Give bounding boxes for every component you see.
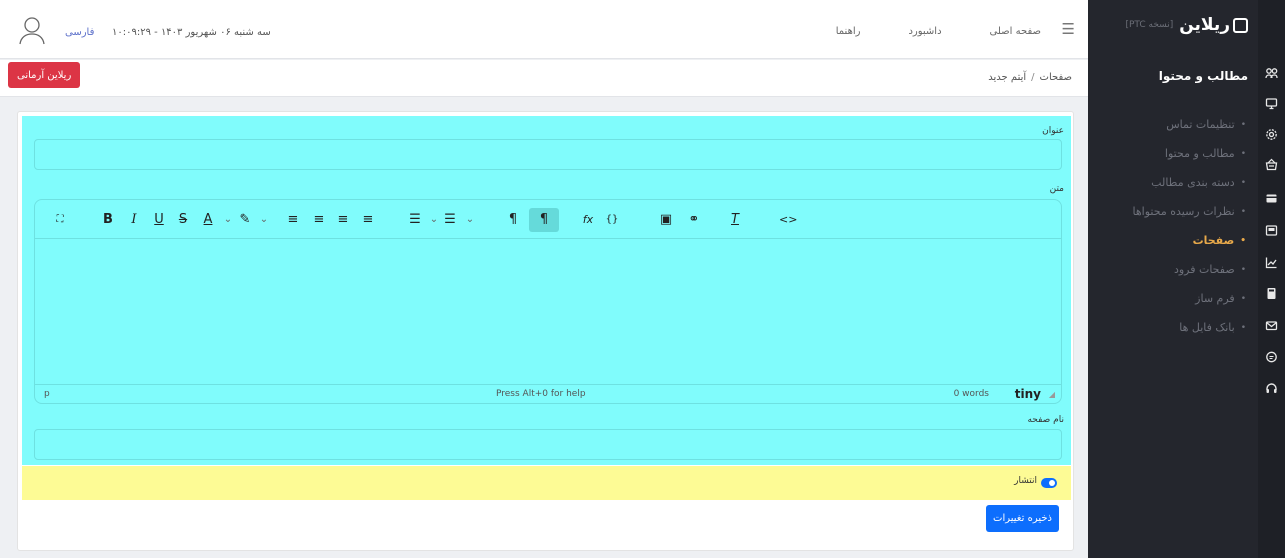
highlight-icon[interactable]: ✎ (238, 212, 252, 228)
publish-label: انتشار (1014, 476, 1037, 486)
nav-help[interactable]: راهنما (836, 26, 861, 37)
sidebar-item-label: مطالب و محتوا (1164, 146, 1235, 160)
sidebar-item-label: بانک فایل ها (1179, 320, 1235, 334)
icon-rail (1258, 0, 1285, 558)
editor-statusbar: p Press Alt+0 for help 0 words tiny ◢ (35, 384, 1061, 403)
chevron-down-icon[interactable]: ⌄ (463, 212, 477, 228)
sidebar-menu: • تنظیمات تماس • مطالب و محتوا • دسته بندی … (1108, 110, 1248, 342)
sidebar-item-file-bank[interactable]: • بانک فایل ها (1108, 313, 1248, 342)
text-label: متن (1049, 184, 1064, 194)
formula-icon[interactable]: fx (581, 212, 595, 228)
nav-dashboard[interactable]: داشبورد (908, 26, 941, 37)
breadcrumb-parent[interactable]: صفحات (1040, 72, 1072, 83)
align-left-icon[interactable]: ≡ (286, 212, 300, 228)
users-icon[interactable] (1264, 67, 1279, 82)
page-name-label: نام صفحه (1027, 415, 1064, 425)
card-icon[interactable] (1264, 192, 1279, 207)
sidebar-item-contact-settings[interactable]: • تنظیمات تماس (1108, 110, 1248, 139)
breadcrumb-separator: / (1031, 72, 1035, 83)
publish-toggle[interactable] (1041, 478, 1057, 488)
text-color-icon[interactable]: A (201, 212, 215, 228)
breadcrumb-current: آیتم جدید (988, 72, 1027, 83)
hamburger-icon[interactable]: ☰ (1062, 22, 1075, 37)
monitor-icon[interactable] (1264, 97, 1279, 112)
top-bar: ☰ صفحه اصلی داشبورد راهنما فارسی سه شنبه… (0, 0, 1088, 59)
strikethrough-icon[interactable]: S (176, 212, 190, 228)
nav-home[interactable]: صفحه اصلی (990, 26, 1041, 37)
sidebar-item-landing-pages[interactable]: • صفحات فرود (1108, 255, 1248, 284)
sidebar-item-label: نظرات رسیده محتواها (1132, 204, 1235, 218)
version-label: [نسخه PTC] (1125, 20, 1174, 30)
bullet-list-icon[interactable]: ☰ (408, 212, 422, 228)
sidebar-item-label: دسته بندی مطالب (1151, 175, 1235, 189)
rtl-icon[interactable]: ¶ (529, 208, 559, 232)
sidebar-section-title: مطالب و محتوا (1158, 69, 1248, 83)
top-nav: صفحه اصلی داشبورد راهنما (788, 26, 1041, 37)
headset-icon[interactable] (1264, 382, 1279, 397)
align-center-icon[interactable]: ≡ (312, 212, 326, 228)
help-hint: Press Alt+0 for help (496, 389, 586, 399)
sidebar-item-label: صفحات فرود (1173, 262, 1235, 276)
align-right-icon[interactable]: ≡ (336, 212, 350, 228)
mail-icon[interactable] (1264, 319, 1279, 334)
title-input[interactable] (34, 139, 1062, 170)
word-count[interactable]: 0 words (954, 389, 989, 399)
save-button[interactable]: ذخیره تغییرات (986, 505, 1059, 532)
sidebar-item-label: تنظیمات تماس (1166, 117, 1235, 131)
chat-icon[interactable] (1264, 351, 1279, 366)
editor-toolbar: ⛶ B I U S A ⌄ ✎ ⌄ ≡ ≡ ≡ ≡ ☰ ⌄ ☰ ⌄ ¶ ¶ fx (35, 200, 1061, 239)
breadcrumb: صفحات / آیتم جدید (988, 72, 1072, 83)
resize-handle-icon[interactable]: ◢ (1049, 390, 1055, 399)
sidebar-item-label: فرم ساز (1195, 291, 1235, 305)
chevron-down-icon[interactable]: ⌄ (257, 212, 271, 228)
page-name-input[interactable] (34, 429, 1062, 460)
form-section: عنوان متن ⛶ B I U S A ⌄ ✎ ⌄ ≡ ≡ ≡ ≡ ☰ ⌄ … (22, 116, 1071, 465)
sidebar-item-content[interactable]: • مطالب و محتوا (1108, 139, 1248, 168)
rich-text-editor[interactable]: ⛶ B I U S A ⌄ ✎ ⌄ ≡ ≡ ≡ ≡ ☰ ⌄ ☰ ⌄ ¶ ¶ fx (34, 199, 1062, 404)
user-avatar-icon[interactable] (16, 14, 48, 46)
brand-logo: ریلاین (1179, 15, 1248, 35)
calculator-icon[interactable] (1264, 287, 1279, 302)
clear-format-icon[interactable]: T (728, 212, 742, 228)
code-sample-icon[interactable]: {} (605, 212, 619, 228)
demo-button[interactable]: ریلاین آرمانی (8, 62, 81, 88)
fullscreen-icon[interactable]: ⛶ (53, 212, 67, 228)
bold-icon[interactable]: B (101, 212, 115, 228)
datetime: سه شنبه ۰۶ شهریور ۱۴۰۳ - ۱۰:۰۹:۲۹ (112, 27, 271, 38)
shop-icon[interactable] (1264, 158, 1279, 173)
source-code-icon[interactable]: <> (779, 212, 797, 228)
ltr-icon[interactable]: ¶ (506, 212, 520, 228)
brand[interactable]: ریلاین [نسخه PTC] (1125, 14, 1248, 36)
italic-icon[interactable]: I (127, 212, 141, 228)
sidebar: ریلاین [نسخه PTC] مطالب و محتوا • تنظیمات… (1088, 0, 1285, 558)
form-card: عنوان متن ⛶ B I U S A ⌄ ✎ ⌄ ≡ ≡ ≡ ≡ ☰ ⌄ … (17, 111, 1074, 551)
sidebar-item-label: صفحات (1192, 233, 1235, 247)
sidebar-item-form-builder[interactable]: • فرم ساز (1108, 284, 1248, 313)
sidebar-item-categories[interactable]: • دسته بندی مطالب (1108, 168, 1248, 197)
link-icon[interactable]: ⚭ (687, 212, 701, 228)
numbered-list-icon[interactable]: ☰ (443, 212, 457, 228)
gear-icon[interactable] (1264, 128, 1279, 143)
chevron-down-icon[interactable]: ⌄ (427, 212, 441, 228)
chart-icon[interactable] (1264, 256, 1279, 271)
title-label: عنوان (1042, 126, 1064, 136)
sidebar-item-pages[interactable]: • صفحات (1108, 226, 1248, 255)
chevron-down-icon[interactable]: ⌄ (221, 212, 235, 228)
window-icon[interactable] (1264, 224, 1279, 239)
publish-section: انتشار (22, 466, 1071, 500)
sidebar-item-comments[interactable]: • نظرات رسیده محتواها (1108, 197, 1248, 226)
language-switch[interactable]: فارسی (65, 27, 94, 38)
tiny-logo[interactable]: tiny (1015, 387, 1041, 401)
align-justify-icon[interactable]: ≡ (361, 212, 375, 228)
element-path[interactable]: p (44, 389, 50, 399)
breadcrumb-bar: صفحات / آیتم جدید ریلاین آرمانی (0, 60, 1088, 97)
image-icon[interactable]: ▣ (659, 212, 673, 228)
underline-icon[interactable]: U (152, 212, 166, 228)
